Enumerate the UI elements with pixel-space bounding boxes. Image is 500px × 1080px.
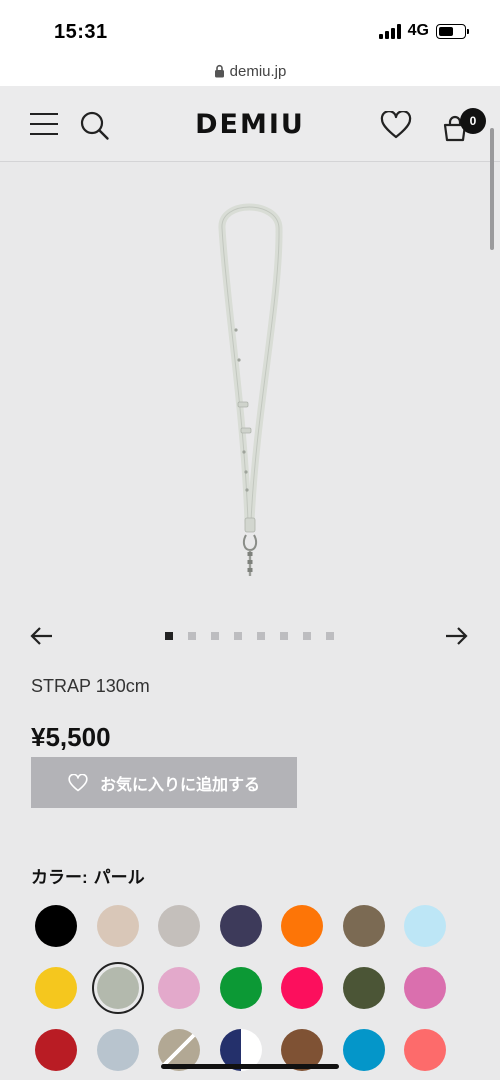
status-indicators: 4G	[378, 22, 469, 40]
color-swatch[interactable]	[219, 967, 262, 1009]
heart-outline-icon	[68, 773, 88, 791]
status-bar: 15:31 4G	[0, 0, 500, 56]
product-image	[218, 203, 283, 576]
color-swatch[interactable]	[158, 905, 200, 947]
color-label-prefix: カラー:	[31, 868, 88, 887]
add-to-favorites-label: お気に入りに追加する	[99, 776, 260, 794]
gallery-dot[interactable]	[326, 632, 334, 640]
gallery-dot[interactable]	[165, 632, 173, 640]
gallery-dot[interactable]	[234, 632, 242, 640]
color-swatch[interactable]	[219, 905, 262, 947]
gallery-dot[interactable]	[211, 632, 219, 640]
network-label: 4G	[407, 22, 429, 39]
status-time: 15:31	[54, 21, 108, 43]
gallery-dot[interactable]	[188, 632, 196, 640]
color-swatch[interactable]	[404, 905, 446, 947]
product-price: ¥5,500	[31, 722, 111, 752]
brand-logo[interactable]: DEMIU	[0, 109, 500, 140]
url-bar[interactable]: demiu.jp	[0, 56, 500, 86]
add-to-favorites-button[interactable]: お気に入りに追加する	[31, 757, 297, 808]
color-swatch[interactable]	[404, 1029, 446, 1071]
color-swatch[interactable]	[96, 905, 139, 947]
arrow-right-icon[interactable]	[444, 626, 468, 646]
gallery-nav	[0, 620, 500, 652]
url-text: demiu.jp	[229, 62, 287, 80]
product-title: STRAP 130cm	[31, 676, 150, 696]
color-label: カラー: パール	[31, 863, 145, 888]
color-swatch[interactable]	[35, 905, 77, 947]
color-swatch[interactable]	[281, 905, 323, 947]
color-swatch[interactable]	[281, 967, 323, 1009]
color-swatch[interactable]	[158, 967, 200, 1009]
color-swatch[interactable]	[342, 905, 385, 947]
home-indicator	[161, 1064, 339, 1069]
color-swatch[interactable]	[35, 967, 77, 1009]
site-header: DEMIU	[0, 86, 500, 162]
gallery-dot[interactable]	[257, 632, 265, 640]
arrow-left-icon[interactable]	[30, 626, 54, 646]
gallery-dot[interactable]	[280, 632, 288, 640]
signal-icon	[378, 23, 401, 39]
battery-icon	[436, 23, 469, 39]
color-swatch[interactable]	[35, 1029, 77, 1071]
color-swatch[interactable]	[342, 1029, 385, 1071]
gallery-dot[interactable]	[303, 632, 311, 640]
gallery-dots	[165, 632, 334, 640]
heart-icon[interactable]	[380, 111, 412, 139]
page-scrollbar[interactable]	[490, 128, 494, 250]
lock-icon	[214, 64, 224, 78]
color-swatch[interactable]	[404, 967, 446, 1009]
cart-count-badge: 0	[460, 108, 486, 134]
color-swatch[interactable]	[96, 1029, 139, 1071]
color-swatch[interactable]	[342, 967, 385, 1009]
selected-color-name: パール	[93, 868, 145, 887]
color-swatch[interactable]	[91, 962, 144, 1014]
